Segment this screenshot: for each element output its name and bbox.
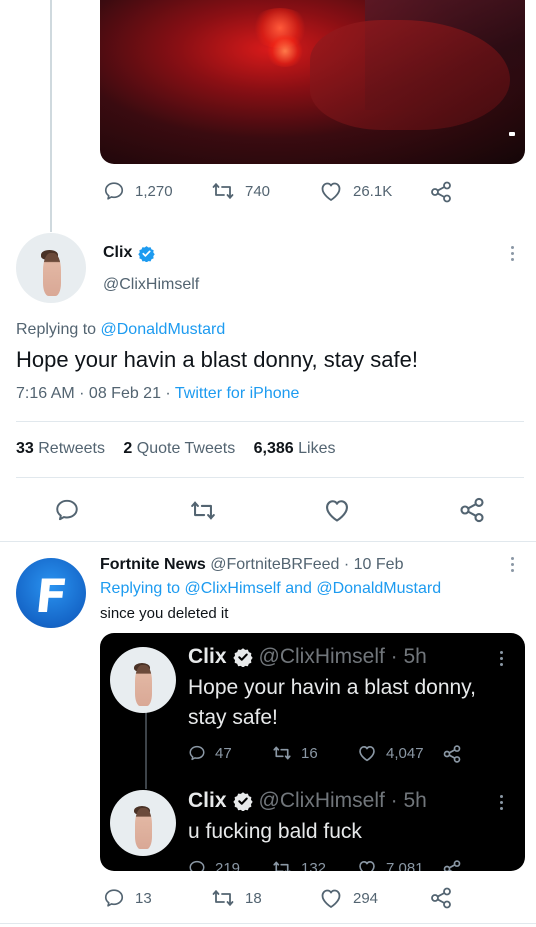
reply-tweet-text: since you deleted it [100, 605, 229, 622]
retweet-icon [191, 501, 215, 520]
divider [0, 923, 536, 924]
tweet-text: Hope your havin a blast donny, stay safe… [16, 347, 418, 372]
divider [16, 421, 524, 422]
share-button[interactable] [429, 180, 453, 204]
divider [16, 477, 524, 478]
screenshot-author-name: Clix [188, 645, 227, 668]
main-share-button[interactable] [458, 496, 486, 524]
main-like-button[interactable] [323, 497, 351, 523]
reply-icon [189, 860, 205, 871]
replying-to-line: Replying to @DonaldMustard [16, 321, 226, 338]
attached-screenshot-image[interactable]: Clix @ClixHimself · 5h Hope your havin a… [100, 633, 525, 871]
tweet-source-link[interactable]: Twitter for iPhone [175, 385, 300, 402]
share-icon [431, 887, 451, 909]
tweet-stats: 33 Retweets 2 Quote Tweets 6,386 Likes [16, 440, 336, 458]
like-icon [321, 889, 341, 908]
thread-connector-line [145, 709, 147, 789]
reply-icon [189, 745, 205, 761]
divider [0, 541, 536, 542]
replying-to-link[interactable]: @DonaldMustard [101, 321, 226, 338]
reply-count: 13 [135, 889, 152, 907]
share-icon [443, 745, 461, 763]
media-overlay-icon [509, 132, 515, 136]
reply-header: Fortnite News @FortniteBRFeed · 10 Feb [100, 556, 403, 574]
screenshot-tweet-text: Hope your havin a blast donny, stay safe… [188, 676, 476, 729]
screenshot-like-count: 7,081 [386, 859, 424, 872]
verified-icon [138, 245, 156, 262]
author-handle[interactable]: @ClixHimself [103, 276, 199, 294]
retweet-button[interactable]: 740 [211, 180, 270, 202]
reply-date: · 10 Feb [339, 556, 404, 573]
retweet-count: 18 [245, 889, 262, 907]
reply-button[interactable]: 1,270 [103, 180, 173, 202]
screenshot-author-handle: @ClixHimself · 5h [258, 789, 427, 812]
reply-replying-to: Replying to @ClixHimself and @DonaldMust… [100, 580, 442, 597]
like-icon [326, 500, 348, 522]
reply-icon [56, 499, 78, 521]
retweet-button[interactable]: 18 [211, 887, 262, 909]
screenshot-tweet-text: u fucking bald fuck [188, 820, 362, 843]
reply-button[interactable]: 13 [103, 887, 152, 909]
screenshot-retweet-count: 16 [301, 744, 318, 762]
reply-author-avatar[interactable]: F [16, 558, 86, 628]
like-count: 294 [353, 889, 379, 907]
retweet-icon [212, 890, 234, 906]
verified-icon [232, 648, 253, 667]
screenshot-avatar [110, 790, 176, 856]
replying-to-link[interactable]: @ClixHimself [185, 580, 281, 597]
retweets-stat[interactable]: 33 Retweets [16, 440, 105, 457]
screenshot-avatar [110, 647, 176, 713]
retweet-count: 740 [245, 182, 271, 200]
retweet-icon [273, 746, 291, 760]
like-button[interactable]: 294 [319, 887, 378, 909]
replying-to-link[interactable]: @DonaldMustard [316, 580, 441, 597]
like-button[interactable]: 26.1K [319, 180, 392, 202]
main-retweet-button[interactable] [189, 498, 217, 523]
likes-stat[interactable]: 6,386 Likes [254, 440, 336, 457]
share-button[interactable] [429, 886, 453, 910]
quote-tweets-stat[interactable]: 2 Quote Tweets [123, 440, 235, 457]
more-icon[interactable] [511, 557, 514, 572]
more-icon [500, 795, 503, 810]
reply-icon [104, 182, 124, 200]
retweet-icon [273, 861, 291, 871]
reply-author-handle[interactable]: @FortniteBRFeed [210, 556, 339, 573]
share-icon [431, 181, 451, 203]
thread-connector-line [50, 0, 52, 232]
tweet-timestamp[interactable]: 7:16 AM · 08 Feb 21 · [16, 385, 175, 402]
screenshot-author-handle: @ClixHimself · 5h [258, 645, 427, 668]
retweet-icon [212, 183, 234, 199]
like-count: 26.1K [353, 182, 393, 200]
reply-icon [104, 889, 124, 907]
screenshot-author-name: Clix [188, 789, 227, 812]
more-icon[interactable] [511, 246, 514, 261]
reply-count: 1,270 [135, 182, 173, 200]
main-reply-button[interactable] [54, 497, 80, 523]
verified-icon [232, 792, 253, 811]
reply-author-name[interactable]: Fortnite News [100, 556, 206, 573]
tweet-media-image[interactable] [100, 0, 525, 164]
share-icon [443, 860, 461, 871]
share-icon [460, 497, 484, 523]
screenshot-reply-count: 219 [215, 859, 241, 872]
author-avatar[interactable] [16, 233, 86, 303]
like-icon [321, 182, 341, 201]
author-name[interactable]: Clix [103, 244, 132, 262]
like-icon [359, 861, 375, 871]
screenshot-retweet-count: 132 [301, 859, 327, 872]
screenshot-like-count: 4,047 [386, 744, 424, 762]
more-icon [500, 651, 503, 666]
tweet-metadata: 7:16 AM · 08 Feb 21 · Twitter for iPhone [16, 385, 299, 403]
like-icon [359, 746, 375, 762]
screenshot-reply-count: 47 [215, 744, 232, 762]
